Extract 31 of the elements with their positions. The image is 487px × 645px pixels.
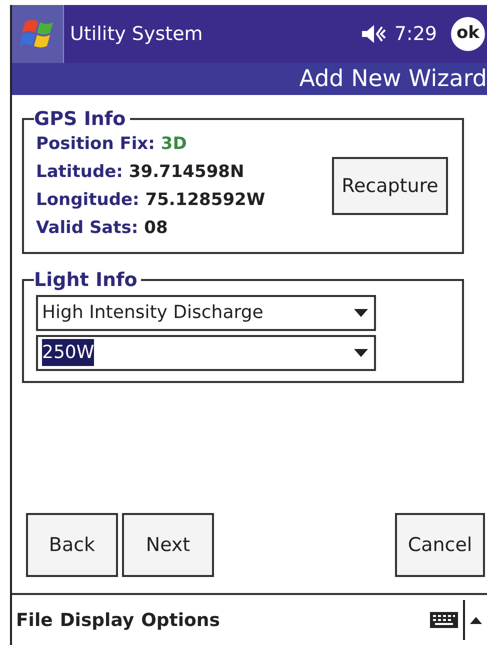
nav-button[interactable]: Next [122, 513, 214, 577]
dropdown-arrow-icon [354, 308, 368, 317]
keyboard-icon[interactable] [429, 610, 459, 630]
menu-item[interactable]: Options [141, 606, 220, 634]
cancel-button[interactable]: Cancel [395, 513, 485, 577]
field-value: 08 [144, 218, 168, 238]
app-title: Utility System [70, 22, 204, 47]
field-label: Position Fix: [36, 134, 155, 154]
field-label: Longitude: [36, 190, 140, 210]
speaker-icon[interactable] [360, 22, 388, 46]
dropdown-value: 250W [42, 339, 94, 366]
group-title: GPS Info [34, 109, 127, 130]
wizard-title: Add New Wizard [299, 64, 487, 94]
field-value: 3D [160, 134, 187, 154]
dropdown[interactable]: 250W [36, 334, 376, 371]
menu-item[interactable]: Display [60, 606, 134, 634]
field-value: 75.128592W [145, 190, 266, 210]
dropdown-value: High Intensity Discharge [42, 301, 264, 326]
field-label: Valid Sats: [36, 218, 138, 238]
menu-item[interactable]: File [16, 606, 53, 634]
dropdown-arrow-icon [354, 348, 368, 357]
up-arrow-icon[interactable] [469, 615, 483, 625]
start-button[interactable] [12, 5, 64, 63]
recapture-button[interactable]: Recapture [332, 156, 448, 215]
nav-button[interactable]: Back [26, 513, 118, 577]
dropdown[interactable]: High Intensity Discharge [36, 294, 376, 331]
field-value: 39.714598N [128, 162, 244, 182]
field-label: Latitude: [36, 162, 123, 182]
ok-button[interactable]: ok [451, 17, 485, 51]
clock-time[interactable]: 7:29 [394, 20, 437, 48]
group-title: Light Info [34, 270, 138, 291]
